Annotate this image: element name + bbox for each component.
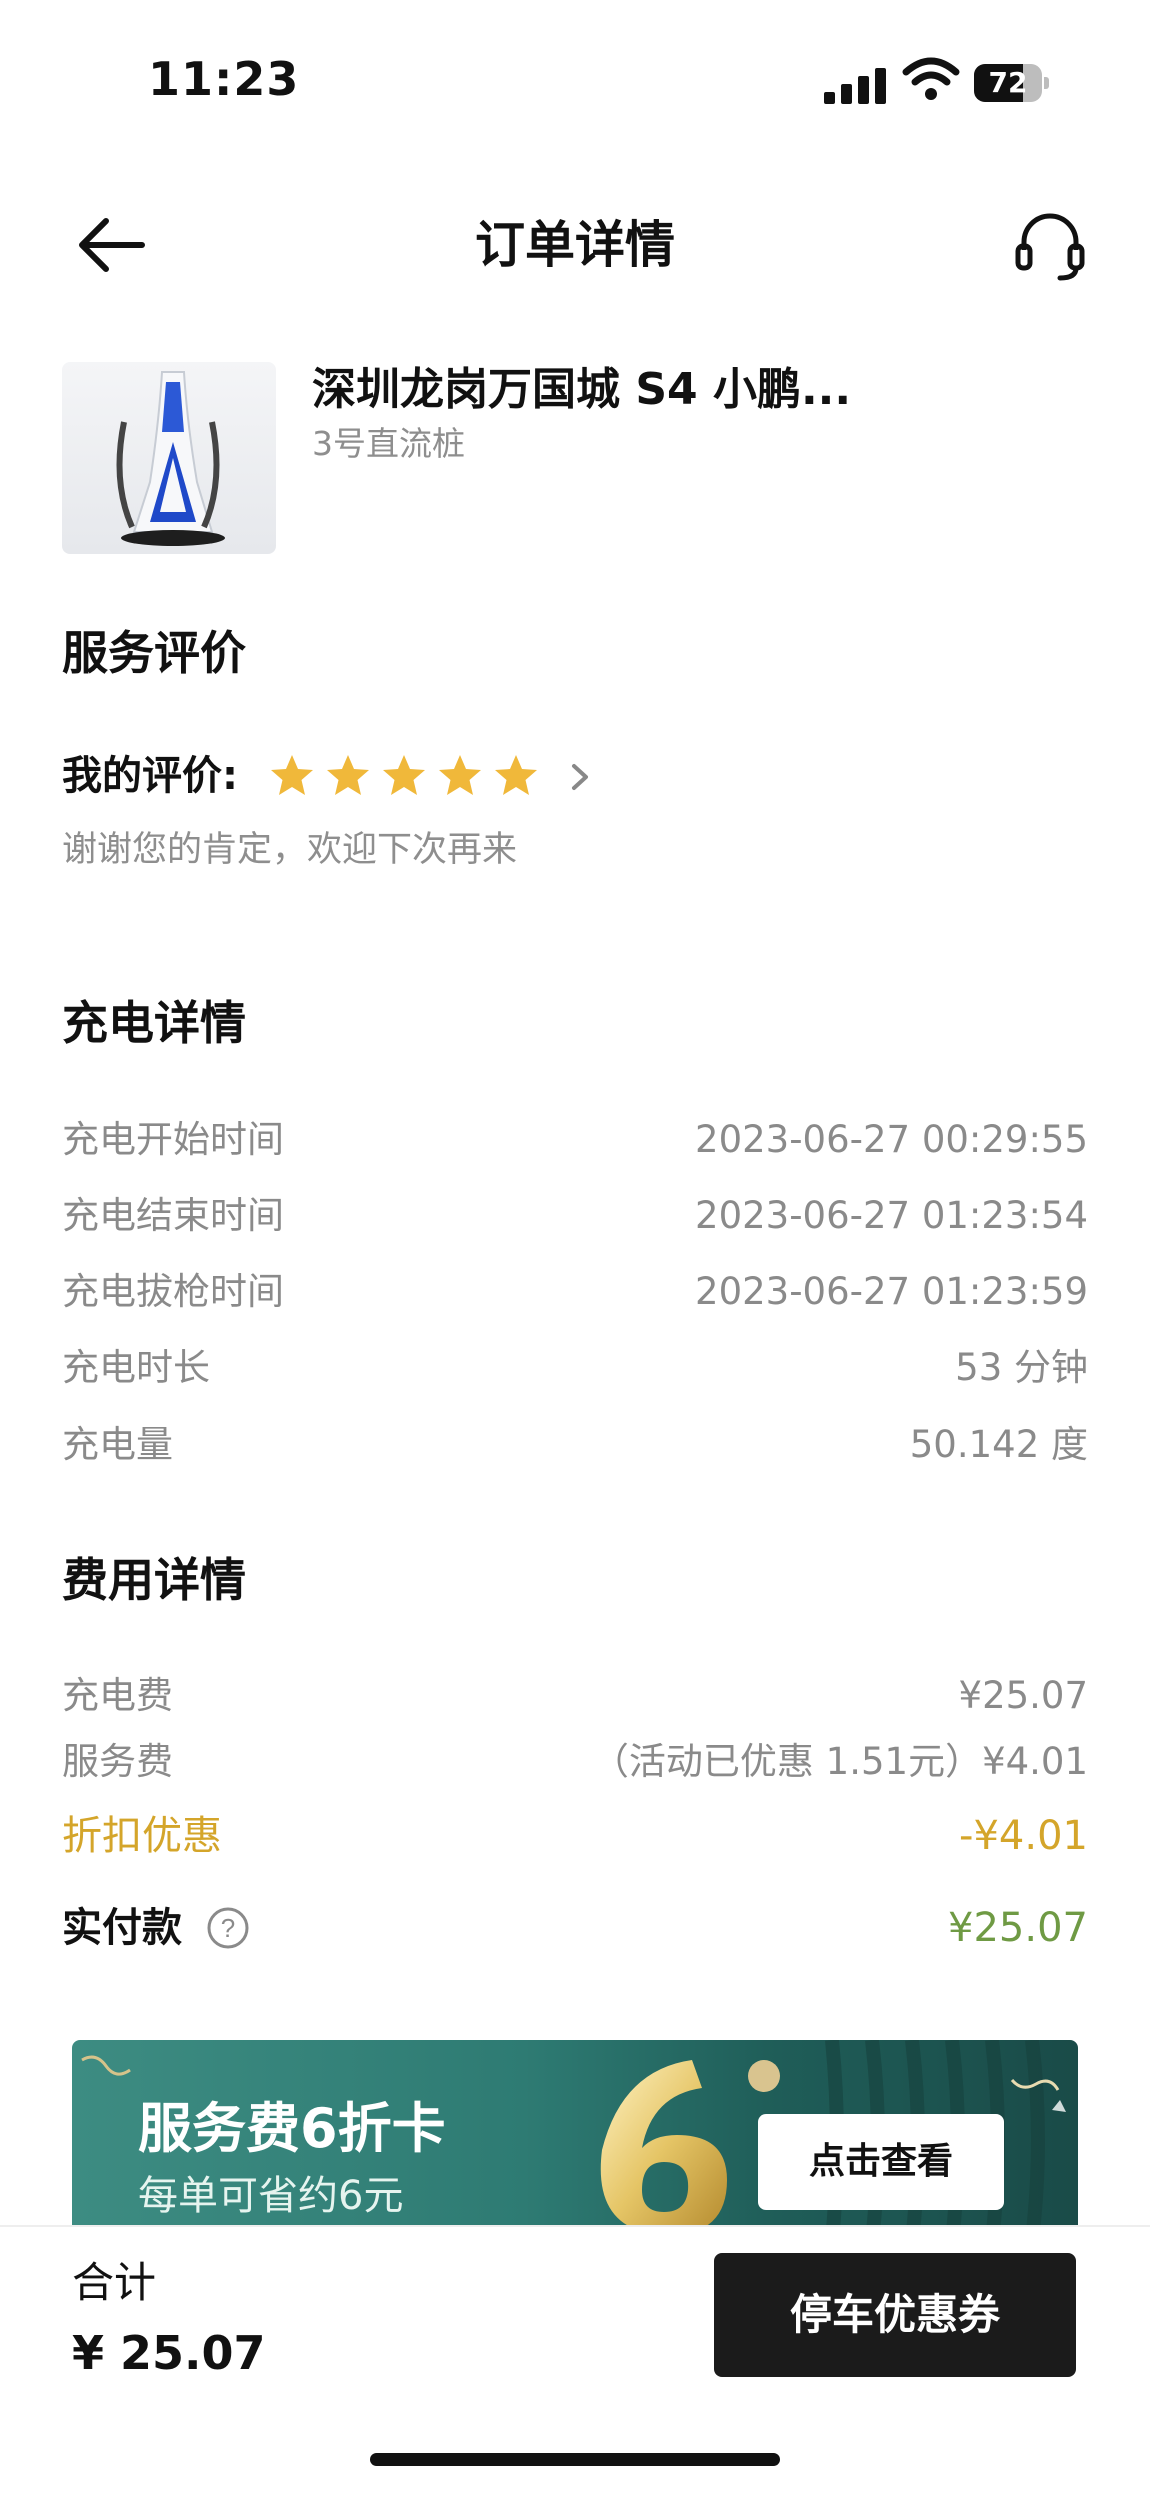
service-fee-value: （活动已优惠 1.51元）¥4.01 [591,1740,1088,1783]
charging-fee-value: ¥25.07 [958,1674,1088,1717]
charge-start-label: 充电开始时间 [62,1118,284,1161]
battery-icon: 72 [974,64,1050,102]
charging-fee-label: 充电费 [62,1674,173,1717]
home-indicator [370,2453,780,2466]
charging-section-title: 充电详情 [62,996,246,1050]
star-icon[interactable] [268,752,316,800]
discount-value: -¥4.01 [959,1813,1088,1859]
headset-icon[interactable] [1010,210,1090,285]
charge-duration-label: 充电时长 [62,1346,210,1389]
star-icon[interactable] [436,752,484,800]
charge-end-label: 充电结束时间 [62,1194,284,1237]
page-title: 订单详情 [475,216,675,274]
charge-amount-value: 50.142 度 [909,1423,1088,1466]
battery-level: 72 [988,66,1028,99]
cellular-signal-icon [824,62,886,104]
my-rating-label: 我的评价: [62,753,238,799]
rating-stars[interactable] [268,752,540,802]
charger-image [62,362,276,554]
wifi-icon [902,57,960,100]
paid-label: 实付款 [62,1905,182,1951]
rating-note: 谢谢您的肯定，欢迎下次再来 [62,830,518,870]
banner-subtitle: 每单可省约6元 [138,2173,404,2219]
discount-label: 折扣优惠 [62,1813,222,1859]
fee-section-title: 费用详情 [62,1553,246,1607]
question-help-icon[interactable]: ? [206,1906,250,1950]
service-fee-card-banner[interactable]: 服务费6折卡 每单可省约6元 点击查看 [72,2040,1078,2240]
total-value: ¥ 25.07 [72,2326,266,2380]
charge-amount-label: 充电量 [62,1423,173,1466]
star-icon[interactable] [492,752,540,800]
charge-start-value: 2023-06-27 00:29:55 [695,1118,1088,1161]
star-icon[interactable] [380,752,428,800]
review-section-title: 服务评价 [62,626,246,680]
charge-end-value: 2023-06-27 01:23:54 [695,1194,1088,1237]
six-decoration-icon [600,2060,727,2236]
total-label: 合计 [72,2258,157,2307]
service-fee-label: 服务费 [62,1740,173,1783]
banner-title: 服务费6折卡 [138,2097,446,2160]
back-arrow-icon[interactable] [70,205,150,285]
station-name: 深圳龙岗万国城 S4 小鹏... [312,364,852,415]
charge-duration-value: 53 分钟 [955,1346,1088,1389]
status-time: 11:23 [148,52,300,106]
parking-coupon-button[interactable]: 停车优惠券 [714,2253,1076,2377]
unplug-time-label: 充电拔枪时间 [62,1270,284,1313]
star-icon[interactable] [324,752,372,800]
svg-text:?: ? [221,1913,235,1943]
unplug-time-value: 2023-06-27 01:23:59 [695,1270,1088,1313]
chevron-right-icon[interactable] [560,752,600,802]
paid-value: ¥25.07 [948,1905,1088,1951]
pile-number: 3号直流桩 [312,424,465,463]
bottom-action-bar: 合计 ¥ 25.07 停车优惠券 [0,2225,1150,2495]
view-card-button[interactable]: 点击查看 [758,2114,1004,2210]
